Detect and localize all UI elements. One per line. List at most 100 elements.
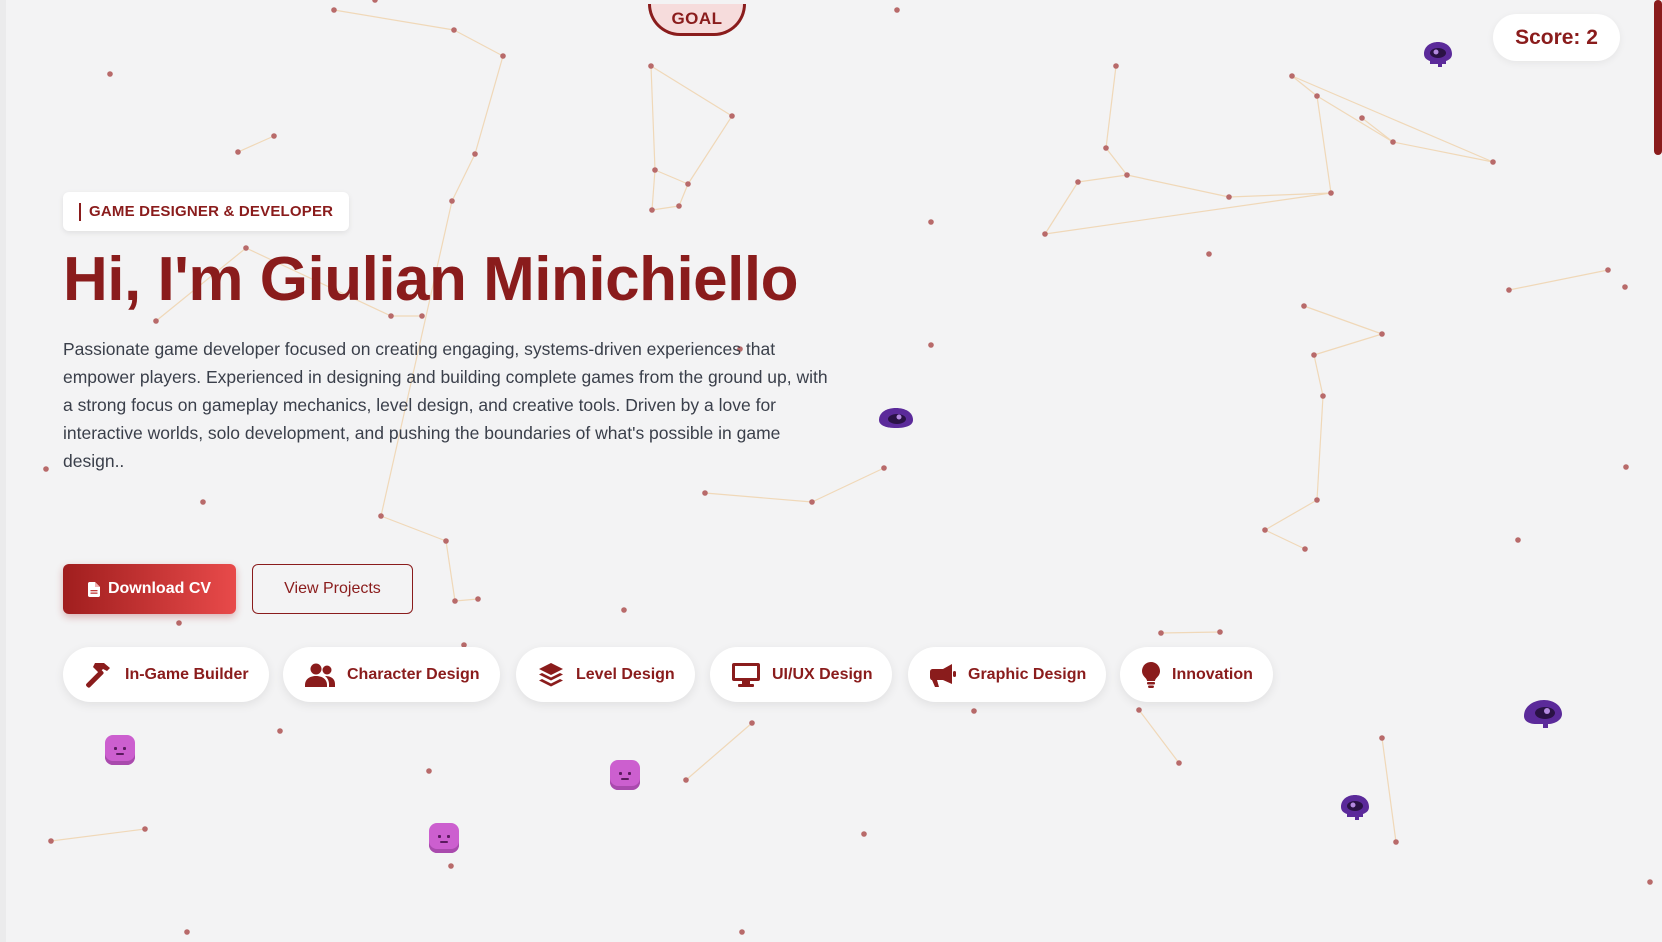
network-node: [1103, 145, 1109, 151]
network-node: [451, 27, 457, 33]
network-node: [1314, 497, 1320, 503]
scrollbar-thumb[interactable]: [1654, 0, 1662, 155]
skill-innovation[interactable]: Innovation: [1120, 647, 1273, 702]
network-node: [372, 0, 378, 3]
network-node: [472, 151, 478, 157]
network-link: [453, 29, 504, 57]
score-display: Score: 2: [1493, 14, 1620, 61]
network-link: [237, 135, 275, 153]
network-link: [1508, 269, 1609, 291]
skill-label: Level Design: [576, 665, 675, 683]
network-link: [333, 9, 455, 31]
network-node: [271, 133, 277, 139]
network-node: [448, 863, 454, 869]
network-link: [1264, 499, 1318, 531]
network-node: [928, 219, 934, 225]
skill-ui-ux-design[interactable]: UI/UX Design: [710, 647, 893, 702]
download-cv-label: Download CV: [107, 580, 212, 597]
view-projects-label: View Projects: [284, 580, 381, 597]
skill-graphic-design[interactable]: Graphic Design: [908, 647, 1107, 702]
hero-description: Passionate game developer focused on cre…: [63, 339, 828, 472]
network-node: [1176, 760, 1182, 766]
eye-creature[interactable]: [1522, 698, 1564, 732]
network-link: [1105, 147, 1128, 176]
role-badge: GAME DESIGNER & DEVELOPER: [63, 192, 350, 231]
network-node: [1226, 194, 1232, 200]
network-link: [454, 598, 479, 602]
network-link: [1313, 354, 1324, 397]
slime-creature[interactable]: [105, 735, 135, 765]
megaphone-icon: [930, 663, 956, 687]
network-node: [1379, 331, 1385, 337]
lightbulb-icon: [1142, 661, 1160, 688]
network-node: [1217, 629, 1223, 635]
network-node: [1379, 735, 1385, 741]
network-node: [652, 167, 658, 173]
network-node: [1393, 839, 1399, 845]
network-node: [426, 768, 432, 774]
eye-creature[interactable]: [1338, 793, 1372, 823]
slime-creature[interactable]: [429, 823, 459, 853]
network-node: [1158, 630, 1164, 636]
network-node: [1359, 115, 1365, 121]
download-cv-button[interactable]: Download CV: [63, 564, 236, 614]
goal-label: GOAL: [671, 8, 723, 28]
document-icon: [87, 581, 100, 597]
network-node: [1302, 546, 1308, 552]
network-link: [380, 515, 447, 542]
slime-creature[interactable]: [610, 760, 640, 790]
network-node: [43, 466, 49, 472]
network-link: [650, 65, 656, 171]
skill-label: Character Design: [347, 665, 480, 683]
network-node: [861, 831, 867, 837]
network-link: [1105, 65, 1117, 149]
role-badge-text: GAME DESIGNER & DEVELOPER: [89, 203, 334, 220]
network-node: [1301, 303, 1307, 309]
network-node: [1605, 267, 1611, 273]
monitor-icon: [732, 662, 760, 687]
network-node: [475, 596, 481, 602]
network-node: [1311, 352, 1317, 358]
window-edge: [0, 0, 6, 942]
network-node: [729, 113, 735, 119]
network-link: [1316, 395, 1324, 501]
network-link: [1044, 181, 1079, 235]
skill-label: Graphic Design: [968, 665, 1087, 683]
network-node: [235, 149, 241, 155]
skill-label: In-Game Builder: [125, 665, 249, 683]
network-node: [1314, 93, 1320, 99]
layers-icon: [539, 662, 563, 686]
network-node: [1289, 73, 1295, 79]
network-node: [1136, 707, 1142, 713]
network-link: [1361, 117, 1394, 143]
skill-character-design[interactable]: Character Design: [283, 647, 500, 702]
skill-level-design[interactable]: Level Design: [516, 647, 695, 702]
network-link: [1044, 192, 1332, 235]
eye-creature[interactable]: [877, 405, 915, 431]
network-link: [1077, 174, 1128, 183]
network-link: [1313, 333, 1383, 356]
network-node: [1390, 139, 1396, 145]
view-projects-button[interactable]: View Projects: [252, 564, 413, 614]
network-node: [176, 620, 182, 626]
network-node: [331, 7, 337, 13]
network-link: [687, 115, 733, 185]
network-node: [702, 490, 708, 496]
network-link: [1392, 141, 1494, 163]
skill-in-game-builder[interactable]: In-Game Builder: [63, 647, 269, 702]
eye-creature[interactable]: [1421, 40, 1455, 70]
network-link: [685, 722, 753, 781]
network-node: [1075, 179, 1081, 185]
network-node: [894, 7, 900, 13]
network-link: [1316, 95, 1332, 194]
network-node: [648, 63, 654, 69]
network-link: [1303, 305, 1383, 335]
network-node: [683, 777, 689, 783]
network-node: [971, 708, 977, 714]
network-node: [1623, 464, 1629, 470]
network-link: [1291, 75, 1318, 97]
network-node: [443, 538, 449, 544]
network-node: [685, 181, 691, 187]
network-node: [1328, 190, 1334, 196]
network-link: [1160, 631, 1221, 634]
